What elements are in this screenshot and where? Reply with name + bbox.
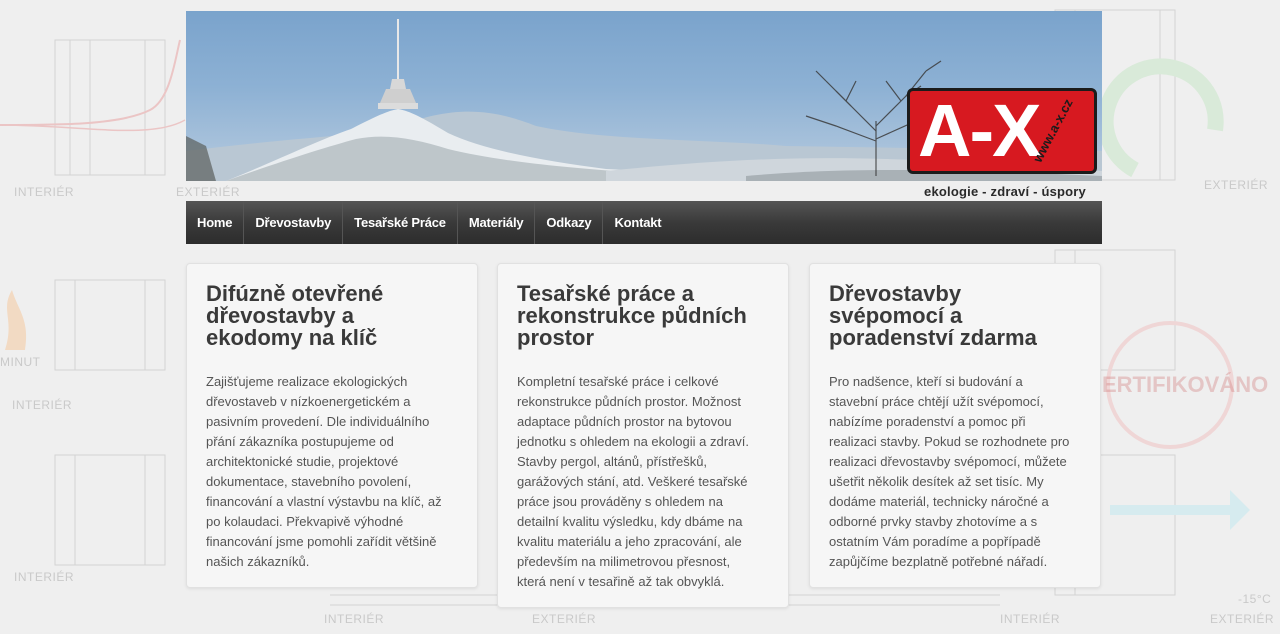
card-svepomoc: Dřevostavby svépomocí a poradenství zdar…: [809, 263, 1101, 588]
logo-text: A-X: [918, 89, 1041, 172]
tagline: ekologie - zdraví - úspory: [924, 184, 1086, 199]
card-tesarske-prace: Tesařské práce a rekonstrukce půdních pr…: [497, 263, 789, 608]
nav-item-home[interactable]: Home: [186, 201, 245, 244]
bg-label-exterier-right: EXTERIÉR: [1204, 178, 1269, 192]
page: INTERIÉR EXTERIÉR EXTERIÉR MINUT INTERIÉ…: [0, 0, 1280, 634]
header-banner: A-X www.a-x.cz: [186, 11, 1102, 181]
card-title: Difúzně otevřené dřevostavby a ekodomy n…: [206, 281, 384, 350]
nav-item-materialy[interactable]: Materiály: [458, 201, 536, 244]
bg-label-interier-2: INTERIÉR: [12, 398, 73, 412]
main-nav: Home Dřevostavby Tesařské Práce Materiál…: [186, 201, 1102, 244]
bg-label-interier: INTERIÉR: [14, 185, 75, 199]
tower: [378, 19, 418, 109]
card-title: Tesařské práce a rekonstrukce půdních pr…: [517, 281, 747, 350]
nav-item-odkazy[interactable]: Odkazy: [535, 201, 604, 244]
bg-label-exterier-2: EXTERIÉR: [532, 612, 597, 626]
bg-label-minut: MINUT: [0, 355, 41, 369]
card-drevostavby: Difúzně otevřené dřevostavby a ekodomy n…: [186, 263, 478, 588]
bg-label-exterier: EXTERIÉR: [176, 185, 241, 199]
ax-logo[interactable]: A-X www.a-x.cz: [907, 88, 1097, 174]
site-container: A-X www.a-x.cz ekologie - zdraví - úspor…: [186, 11, 1102, 244]
nav-item-drevostavby[interactable]: Dřevostavby: [244, 201, 344, 244]
card-title: Dřevostavby svépomocí a poradenství zdar…: [829, 281, 1037, 350]
bg-label-interier-5: INTERIÉR: [1000, 612, 1061, 626]
bg-label-certifikovano: ERTIFIKOVÁNO: [1102, 372, 1269, 397]
bg-label-temperature: -15°C: [1238, 592, 1272, 606]
bg-label-exterier-3: EXTERIÉR: [1210, 612, 1275, 626]
card-body: Pro nadšence, kteří si budování a staveb…: [829, 374, 1070, 569]
card-body: Kompletní tesařské práce i celkové rekon…: [517, 374, 749, 589]
bg-label-interier-3: INTERIÉR: [14, 570, 75, 584]
bg-label-interier-4: INTERIÉR: [324, 612, 385, 626]
nav-item-tesarske-prace[interactable]: Tesařské Práce: [343, 201, 458, 244]
nav-item-kontakt[interactable]: Kontakt: [603, 201, 672, 244]
card-body: Zajišťujeme realizace ekologických dřevo…: [206, 374, 442, 569]
